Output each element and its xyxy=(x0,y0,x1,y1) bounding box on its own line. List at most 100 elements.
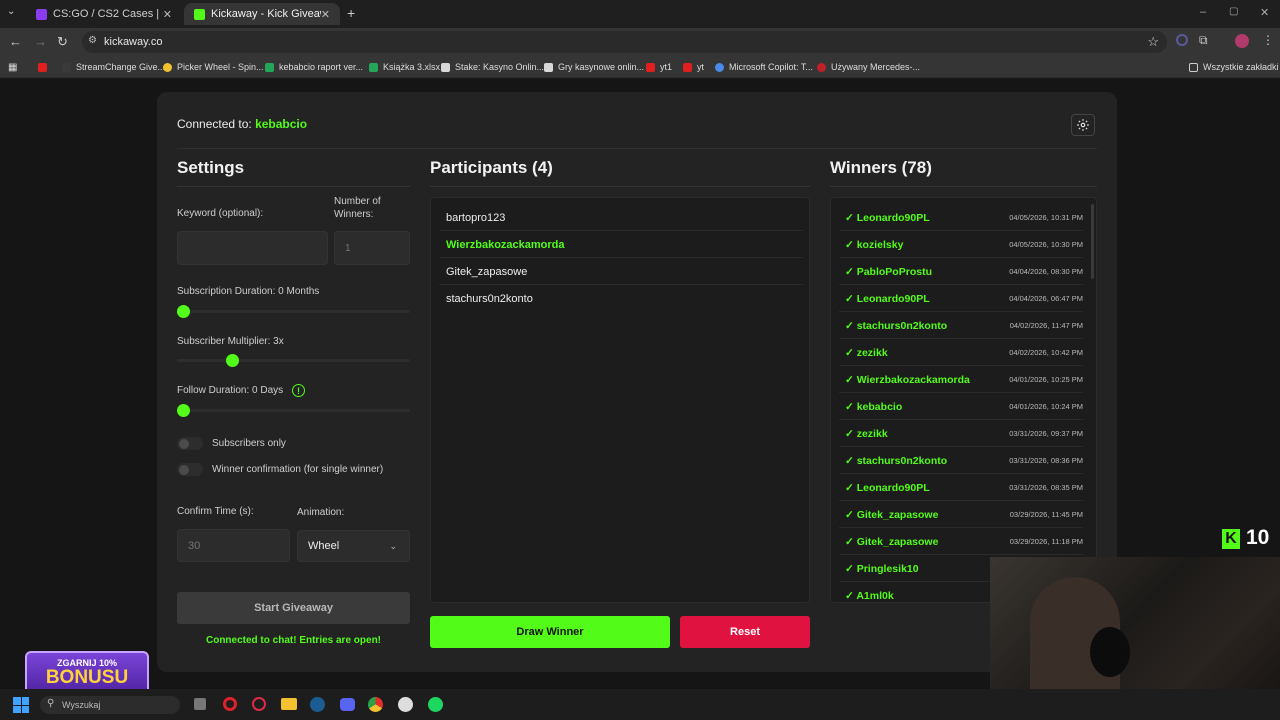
list-item[interactable]: stachurs0n2konto xyxy=(439,286,803,312)
bookmark-stake[interactable]: Stake: Kasyno Onlin... xyxy=(441,60,544,74)
browser-menu-icon[interactable]: ⋮ xyxy=(1262,33,1274,47)
chrome-icon[interactable] xyxy=(368,697,383,712)
winner-date: 03/31/2026, 09:37 PM xyxy=(1009,429,1083,438)
sub-multiplier-slider-handle[interactable] xyxy=(226,354,239,367)
new-tab-icon[interactable]: + xyxy=(347,5,355,21)
close-tab-icon[interactable]: ✕ xyxy=(321,8,330,21)
bookmark-ksiazka[interactable]: Książka 3.xlsx xyxy=(369,60,440,74)
table-row: ✓ zezikk 03/31/2026, 09:37 PM xyxy=(839,421,1083,447)
bookmark-copilot[interactable]: Microsoft Copilot: T... xyxy=(715,60,813,74)
task-view-icon[interactable] xyxy=(194,698,206,710)
bookmark-yt1[interactable]: yt1 xyxy=(646,60,672,74)
keyword-input[interactable] xyxy=(177,231,328,265)
follow-duration-slider[interactable] xyxy=(177,409,410,412)
file-explorer-icon[interactable] xyxy=(281,698,297,710)
winner-name-text: Gitek_zapasowe xyxy=(856,535,939,548)
draw-winner-button[interactable]: Draw Winner xyxy=(430,616,670,648)
obs-icon[interactable] xyxy=(398,697,413,712)
connection-status: Connected to: kebabcio xyxy=(177,117,307,131)
opera-icon[interactable] xyxy=(223,697,237,711)
participant-name: stachurs0n2konto xyxy=(446,293,533,305)
profile-avatar[interactable] xyxy=(1235,34,1249,48)
confirm-time-input[interactable] xyxy=(177,529,290,562)
apps-grid-icon[interactable]: ▦ xyxy=(8,60,17,74)
picker-wheel-icon xyxy=(163,62,172,72)
list-item[interactable]: Wierzbakozackamorda xyxy=(439,232,803,258)
winners-list: ✓ Leonardo90PL 04/05/2026, 10:31 PM ✓ koz… xyxy=(830,197,1097,603)
close-tab-icon[interactable]: ✕ xyxy=(163,8,172,21)
reset-button[interactable]: Reset xyxy=(680,616,810,648)
animation-select[interactable]: Wheel ⌄ xyxy=(297,530,410,562)
bookmark-streamchange[interactable]: StreamChange Give... xyxy=(62,60,165,74)
subscribers-only-toggle[interactable] xyxy=(177,437,203,450)
animation-selected-value: Wheel xyxy=(308,540,340,552)
site-info-icon[interactable]: ⚙ xyxy=(88,35,97,46)
winners-scrollbar[interactable] xyxy=(1091,204,1094,279)
winner-confirmation-toggle[interactable] xyxy=(177,463,203,476)
winners-label-line: Number of xyxy=(334,196,381,207)
address-bar[interactable]: ⚙ kickaway.co ☆ xyxy=(82,31,1167,53)
extension-icon[interactable] xyxy=(1176,34,1188,46)
copilot-icon xyxy=(715,62,724,72)
list-item[interactable]: Gitek_zapasowe xyxy=(439,259,803,285)
tab-list-dropdown-icon[interactable]: ⌄ xyxy=(7,6,15,17)
winner-name: ✓ Gitek_zapasowe xyxy=(845,508,939,521)
subscribers-only-label: Subscribers only xyxy=(212,438,286,449)
minimize-icon[interactable]: – xyxy=(1200,6,1206,18)
follow-label-text: Follow Duration: xyxy=(177,385,250,396)
bookmark-yt[interactable]: yt xyxy=(683,60,704,74)
taskbar-search[interactable]: ⚲ Wyszukaj xyxy=(40,696,180,714)
reload-icon[interactable]: ↻ xyxy=(57,34,68,50)
bookmark-label: Microsoft Copilot: T... xyxy=(729,62,813,72)
winner-date: 04/05/2026, 10:31 PM xyxy=(1009,213,1083,222)
youtube-icon xyxy=(646,62,655,72)
bookmark-gry-kasynowe[interactable]: Gry kasynowe onlin... xyxy=(544,60,644,74)
browser-tab-bar: ⌄ CS:GO / CS2 Cases | G4Skins C ✕ Kickaw… xyxy=(0,0,1280,28)
folder-icon xyxy=(1189,62,1198,72)
winner-date: 04/02/2026, 11:47 PM xyxy=(1009,321,1083,330)
bookmark-picker-wheel[interactable]: Picker Wheel - Spin... xyxy=(163,60,264,74)
opera-gx-icon[interactable] xyxy=(252,697,266,711)
bookmark-mercedes[interactable]: Używany Mercedes-... xyxy=(817,60,920,74)
list-item[interactable]: bartopro123 xyxy=(439,205,803,231)
maximize-icon[interactable]: ▢ xyxy=(1229,6,1238,17)
winner-name-text: kebabcio xyxy=(856,400,903,413)
forward-icon[interactable]: → xyxy=(34,34,47,49)
winner-name-text: stachurs0n2konto xyxy=(856,454,948,467)
participant-name: bartopro123 xyxy=(446,211,506,224)
back-icon[interactable]: ← xyxy=(9,34,22,49)
steam-icon[interactable] xyxy=(310,697,325,712)
sub-duration-slider-handle[interactable] xyxy=(177,305,190,318)
winner-date: 04/01/2026, 10:25 PM xyxy=(1009,375,1083,384)
windows-start-icon[interactable] xyxy=(13,697,29,713)
header-divider xyxy=(177,148,1097,149)
close-window-icon[interactable]: ✕ xyxy=(1260,6,1269,19)
bookmark-yt-red[interactable] xyxy=(38,60,52,74)
headphones-icon xyxy=(1090,627,1130,677)
all-bookmarks[interactable]: Wszystkie zakładki xyxy=(1189,60,1279,74)
sub-duration-slider[interactable] xyxy=(177,310,410,313)
tab-g4skins[interactable]: CS:GO / CS2 Cases | G4Skins C ✕ xyxy=(26,3,182,25)
tab-kickaway[interactable]: Kickaway - Kick Giveaway Tool ✕ xyxy=(184,3,340,25)
bookmark-icon xyxy=(62,62,71,72)
winner-name-text: Pringlesik10 xyxy=(856,562,919,575)
spotify-icon[interactable] xyxy=(428,697,443,712)
animation-label: Animation: xyxy=(297,507,345,518)
start-giveaway-button[interactable]: Start Giveaway xyxy=(177,592,410,624)
extensions-puzzle-icon[interactable]: ⧉ xyxy=(1199,33,1208,48)
connected-label: Connected to: xyxy=(177,117,252,131)
follow-duration-slider-handle[interactable] xyxy=(177,404,190,417)
promo-line: BONUSU xyxy=(45,667,129,688)
bookmark-label: yt xyxy=(697,62,705,72)
bookmark-kebabcio-raport[interactable]: kebabcio raport ver... xyxy=(265,60,363,74)
bookmark-star-icon[interactable]: ☆ xyxy=(1147,34,1159,50)
participant-name: Gitek_zapasowe xyxy=(446,265,528,278)
info-icon[interactable]: ! xyxy=(292,384,305,397)
sub-multiplier-slider[interactable] xyxy=(177,359,410,362)
winner-date: 04/04/2026, 06:47 PM xyxy=(1009,294,1083,303)
discord-icon[interactable] xyxy=(340,698,355,711)
winner-name: ✓ zezikk xyxy=(845,346,888,359)
winners-count-input[interactable] xyxy=(334,231,410,265)
settings-gear-icon[interactable] xyxy=(1071,114,1095,136)
winner-name: ✓ Gitek_zapasowe xyxy=(845,535,939,548)
